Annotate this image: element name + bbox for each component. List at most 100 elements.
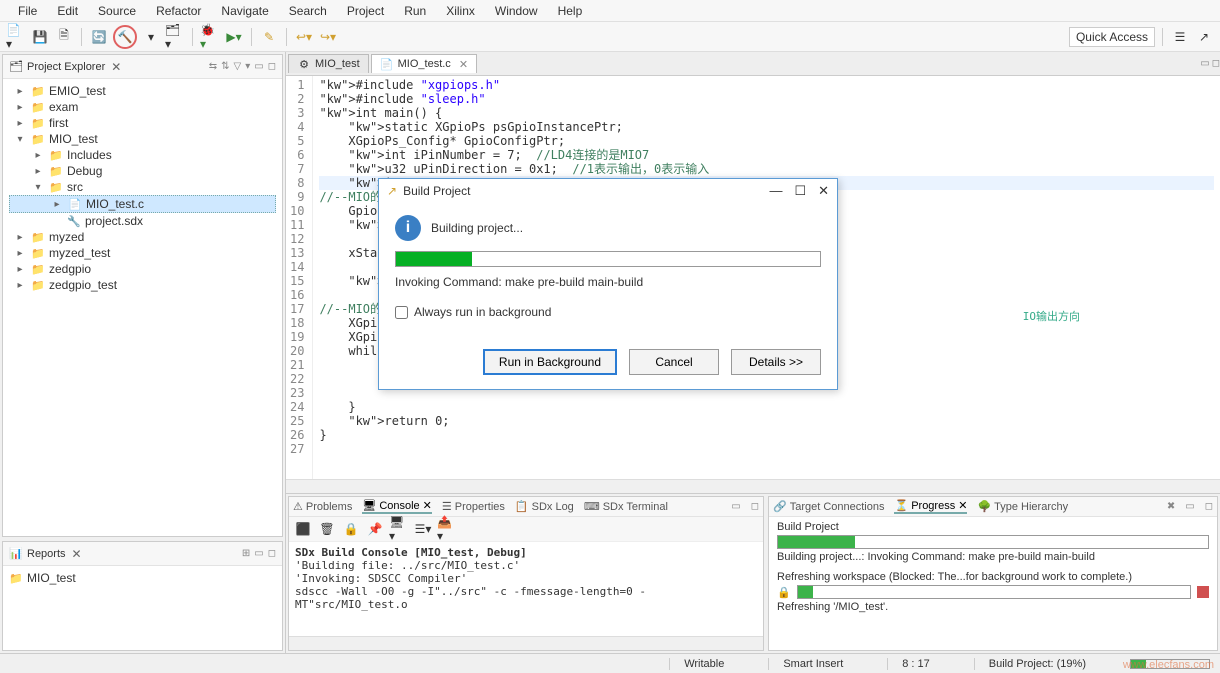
tree-item[interactable]: ▸📁Includes <box>9 147 276 163</box>
twisty-icon[interactable]: ▸ <box>13 248 27 259</box>
tree-item[interactable]: ▸📁first <box>9 115 276 131</box>
clear-console-icon[interactable]: 🗑 <box>317 519 337 539</box>
lock-icon[interactable]: 🔒 <box>341 519 361 539</box>
tab-target-connections[interactable]: 🔗 Target Connections <box>773 500 884 513</box>
tree-item[interactable]: ▾📁MIO_test <box>9 131 276 147</box>
maximize-icon[interactable]: ◻ <box>1212 58 1220 69</box>
pin-icon[interactable]: 📌 <box>365 519 385 539</box>
build-icon[interactable]: 🔨 <box>113 25 137 49</box>
new-icon[interactable]: 📄▾ <box>6 27 26 47</box>
grid-icon[interactable]: ⊞ <box>242 548 250 559</box>
display-icon[interactable]: 🖥▾ <box>389 519 409 539</box>
forward-icon[interactable]: ↪▾ <box>318 27 338 47</box>
close-icon[interactable]: ✕ <box>72 547 82 561</box>
menu-xilinx[interactable]: Xilinx <box>436 2 485 20</box>
menu-project[interactable]: Project <box>337 2 394 20</box>
close-icon[interactable]: ✕ <box>818 183 829 199</box>
saveall-icon[interactable]: 🗎 <box>54 27 74 47</box>
reports-item[interactable]: 📁 MIO_test <box>9 570 276 586</box>
minimize-icon[interactable]: ▭ <box>254 548 263 559</box>
menu-navigate[interactable]: Navigate <box>211 2 278 20</box>
editor-hscroll[interactable] <box>286 479 1220 493</box>
perspective-sdx-icon[interactable]: ☰ <box>1170 27 1190 47</box>
stop-task-icon[interactable] <box>1197 586 1209 598</box>
tree-item[interactable]: ▸📁myzed_test <box>9 245 276 261</box>
link-icon[interactable]: ⇅ <box>221 61 229 72</box>
tree-item[interactable]: ▸📁exam <box>9 99 276 115</box>
tab-type-hierarchy[interactable]: 🌳 Type Hierarchy <box>977 500 1068 513</box>
close-icon[interactable]: ✕ <box>111 60 121 74</box>
maximize-icon[interactable]: ◻ <box>268 61 276 72</box>
tree-item[interactable]: ▸📁myzed <box>9 229 276 245</box>
debug-icon[interactable]: 🐞▾ <box>200 27 220 47</box>
twisty-icon[interactable]: ▸ <box>13 102 27 113</box>
twisty-icon[interactable]: ▸ <box>13 118 27 129</box>
close-tab-icon[interactable]: ✕ <box>459 58 468 71</box>
minimize-icon[interactable]: — <box>769 183 782 199</box>
always-background-checkbox[interactable] <box>395 306 408 319</box>
stop-icon[interactable]: ⬛ <box>293 519 313 539</box>
tab-sdx-terminal[interactable]: ⌨ SDx Terminal <box>584 500 668 513</box>
tab-properties[interactable]: ☰ Properties <box>442 500 505 513</box>
maximize-icon[interactable]: ◻ <box>1205 501 1213 512</box>
tab-console[interactable]: 🖥 Console ✕ <box>362 499 432 514</box>
cancel-button[interactable]: Cancel <box>629 349 719 375</box>
twisty-icon[interactable]: ▸ <box>13 232 27 243</box>
twisty-icon[interactable]: ▸ <box>31 166 45 177</box>
menu-edit[interactable]: Edit <box>47 2 88 20</box>
open-console-icon[interactable]: 📤▾ <box>437 519 457 539</box>
tab-progress[interactable]: ⏳ Progress ✕ <box>894 499 967 514</box>
tree-item[interactable]: 🔧project.sdx <box>9 213 276 229</box>
minimize-icon[interactable]: ▭ <box>254 61 263 72</box>
remove-all-icon[interactable]: ✖ <box>1167 501 1175 512</box>
refresh-icon[interactable]: 🔄 <box>89 27 109 47</box>
view-menu-icon[interactable]: ▾ <box>245 61 250 72</box>
menu-refactor[interactable]: Refactor <box>146 2 211 20</box>
tree-item[interactable]: ▸📁zedgpio_test <box>9 277 276 293</box>
back-icon[interactable]: ↩▾ <box>294 27 314 47</box>
twisty-icon[interactable]: ▸ <box>13 280 27 291</box>
build-dropdown-icon[interactable]: ▾ <box>141 27 161 47</box>
tree-item[interactable]: ▸📁zedgpio <box>9 261 276 277</box>
dialog-titlebar[interactable]: ↗ Build Project — ☐ ✕ <box>379 179 837 203</box>
tree-item[interactable]: ▸📁Debug <box>9 163 276 179</box>
menu-search[interactable]: Search <box>279 2 337 20</box>
minimize-icon[interactable]: ▭ <box>1200 58 1209 69</box>
details-button[interactable]: Details >> <box>731 349 821 375</box>
menu-run[interactable]: Run <box>394 2 436 20</box>
maximize-icon[interactable]: ◻ <box>751 501 759 512</box>
tree-item[interactable]: ▾📁src <box>9 179 276 195</box>
tab-mio-test-c[interactable]: 📄 MIO_test.c ✕ <box>371 54 477 73</box>
menu-file[interactable]: File <box>8 2 47 20</box>
minimize-icon[interactable]: ▭ <box>731 501 740 512</box>
run-icon[interactable]: ▶▾ <box>224 27 244 47</box>
tab-problems[interactable]: ⚠ Problems <box>293 500 352 513</box>
maximize-icon[interactable]: ◻ <box>268 548 276 559</box>
console-select-icon[interactable]: ☰▾ <box>413 519 433 539</box>
tree-item[interactable]: ▸📁EMIO_test <box>9 83 276 99</box>
twisty-icon[interactable]: ▸ <box>13 264 27 275</box>
menu-source[interactable]: Source <box>88 2 146 20</box>
target-icon[interactable]: 🗂▾ <box>165 27 185 47</box>
minimize-icon[interactable]: ▭ <box>1185 501 1194 512</box>
tab-mio-test-project[interactable]: ⚙ MIO_test <box>288 54 369 73</box>
twisty-icon[interactable]: ▸ <box>50 199 64 210</box>
console-hscroll[interactable] <box>289 636 763 650</box>
collapse-icon[interactable]: ⇆ <box>209 61 217 72</box>
quick-access[interactable]: Quick Access <box>1069 27 1155 47</box>
twisty-icon[interactable]: ▾ <box>13 134 27 145</box>
wand-icon[interactable]: ✎ <box>259 27 279 47</box>
maximize-icon[interactable]: ☐ <box>794 183 806 199</box>
filter-icon[interactable]: ▽ <box>234 61 242 72</box>
run-in-background-button[interactable]: Run in Background <box>483 349 617 375</box>
save-icon[interactable]: 💾 <box>30 27 50 47</box>
project-tree[interactable]: ▸📁EMIO_test▸📁exam▸📁first▾📁MIO_test▸📁Incl… <box>3 79 282 536</box>
perspective-debug-icon[interactable]: ↗ <box>1194 27 1214 47</box>
tab-sdx-log[interactable]: 📋 SDx Log <box>515 500 574 513</box>
twisty-icon[interactable]: ▸ <box>13 86 27 97</box>
console-output[interactable]: SDx Build Console [MIO_test, Debug] 'Bui… <box>289 542 763 636</box>
menu-help[interactable]: Help <box>548 2 593 20</box>
twisty-icon[interactable]: ▾ <box>31 182 45 193</box>
menu-window[interactable]: Window <box>485 2 548 20</box>
twisty-icon[interactable]: ▸ <box>31 150 45 161</box>
